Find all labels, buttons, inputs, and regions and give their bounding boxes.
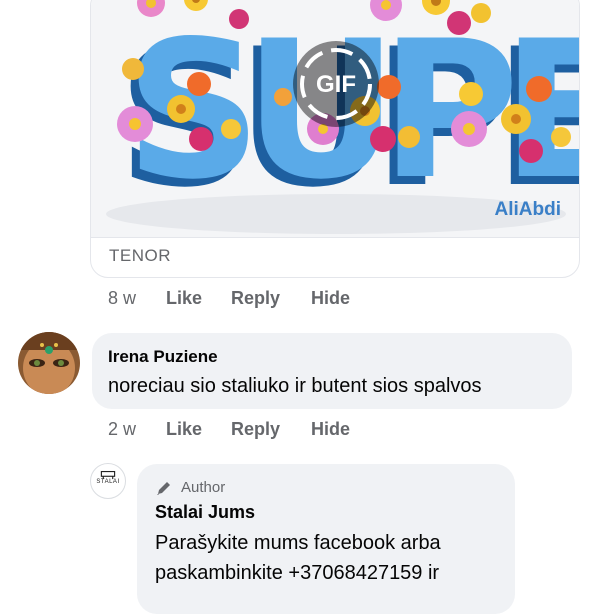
comment-author[interactable]: Irena Puziene	[108, 347, 218, 367]
reply-author[interactable]: Stalai Jums	[155, 502, 255, 523]
gif-attachment[interactable]: SUPER SUPER	[90, 0, 580, 278]
comment-timestamp: 2 w	[108, 419, 137, 439]
hide-button[interactable]: Hide	[311, 288, 350, 309]
reply-button[interactable]: Reply	[231, 288, 280, 309]
reply-text-line: Parašykite mums facebook arba	[155, 532, 441, 554]
comment-bubble: Irena Puziene noreciau sio staliuko ir b…	[92, 333, 572, 409]
gif-source-label: TENOR	[109, 246, 171, 265]
avatar[interactable]	[18, 332, 80, 394]
gif-footer[interactable]: TENOR	[91, 237, 579, 277]
page-avatar-text: STALAI	[96, 479, 120, 485]
like-button[interactable]: Like	[166, 419, 202, 440]
comment-text: noreciau sio staliuko ir butent sios spa…	[108, 375, 482, 397]
author-badge-label: Author	[181, 479, 226, 496]
pencil-icon	[157, 482, 170, 495]
like-button[interactable]: Like	[166, 288, 202, 309]
reply-text-line: paskambinkite +37068427159 ir	[155, 562, 440, 584]
gif-watermark: AliAbdi	[494, 199, 562, 220]
gif-badge-label: GIF	[316, 71, 356, 98]
page-avatar[interactable]: STALAI	[90, 463, 126, 499]
reply-button[interactable]: Reply	[231, 419, 280, 440]
hide-button[interactable]: Hide	[311, 419, 350, 440]
reply-bubble: Author Stalai Jums Parašykite mums faceb…	[137, 464, 515, 614]
comment-timestamp: 8 w	[108, 288, 137, 308]
